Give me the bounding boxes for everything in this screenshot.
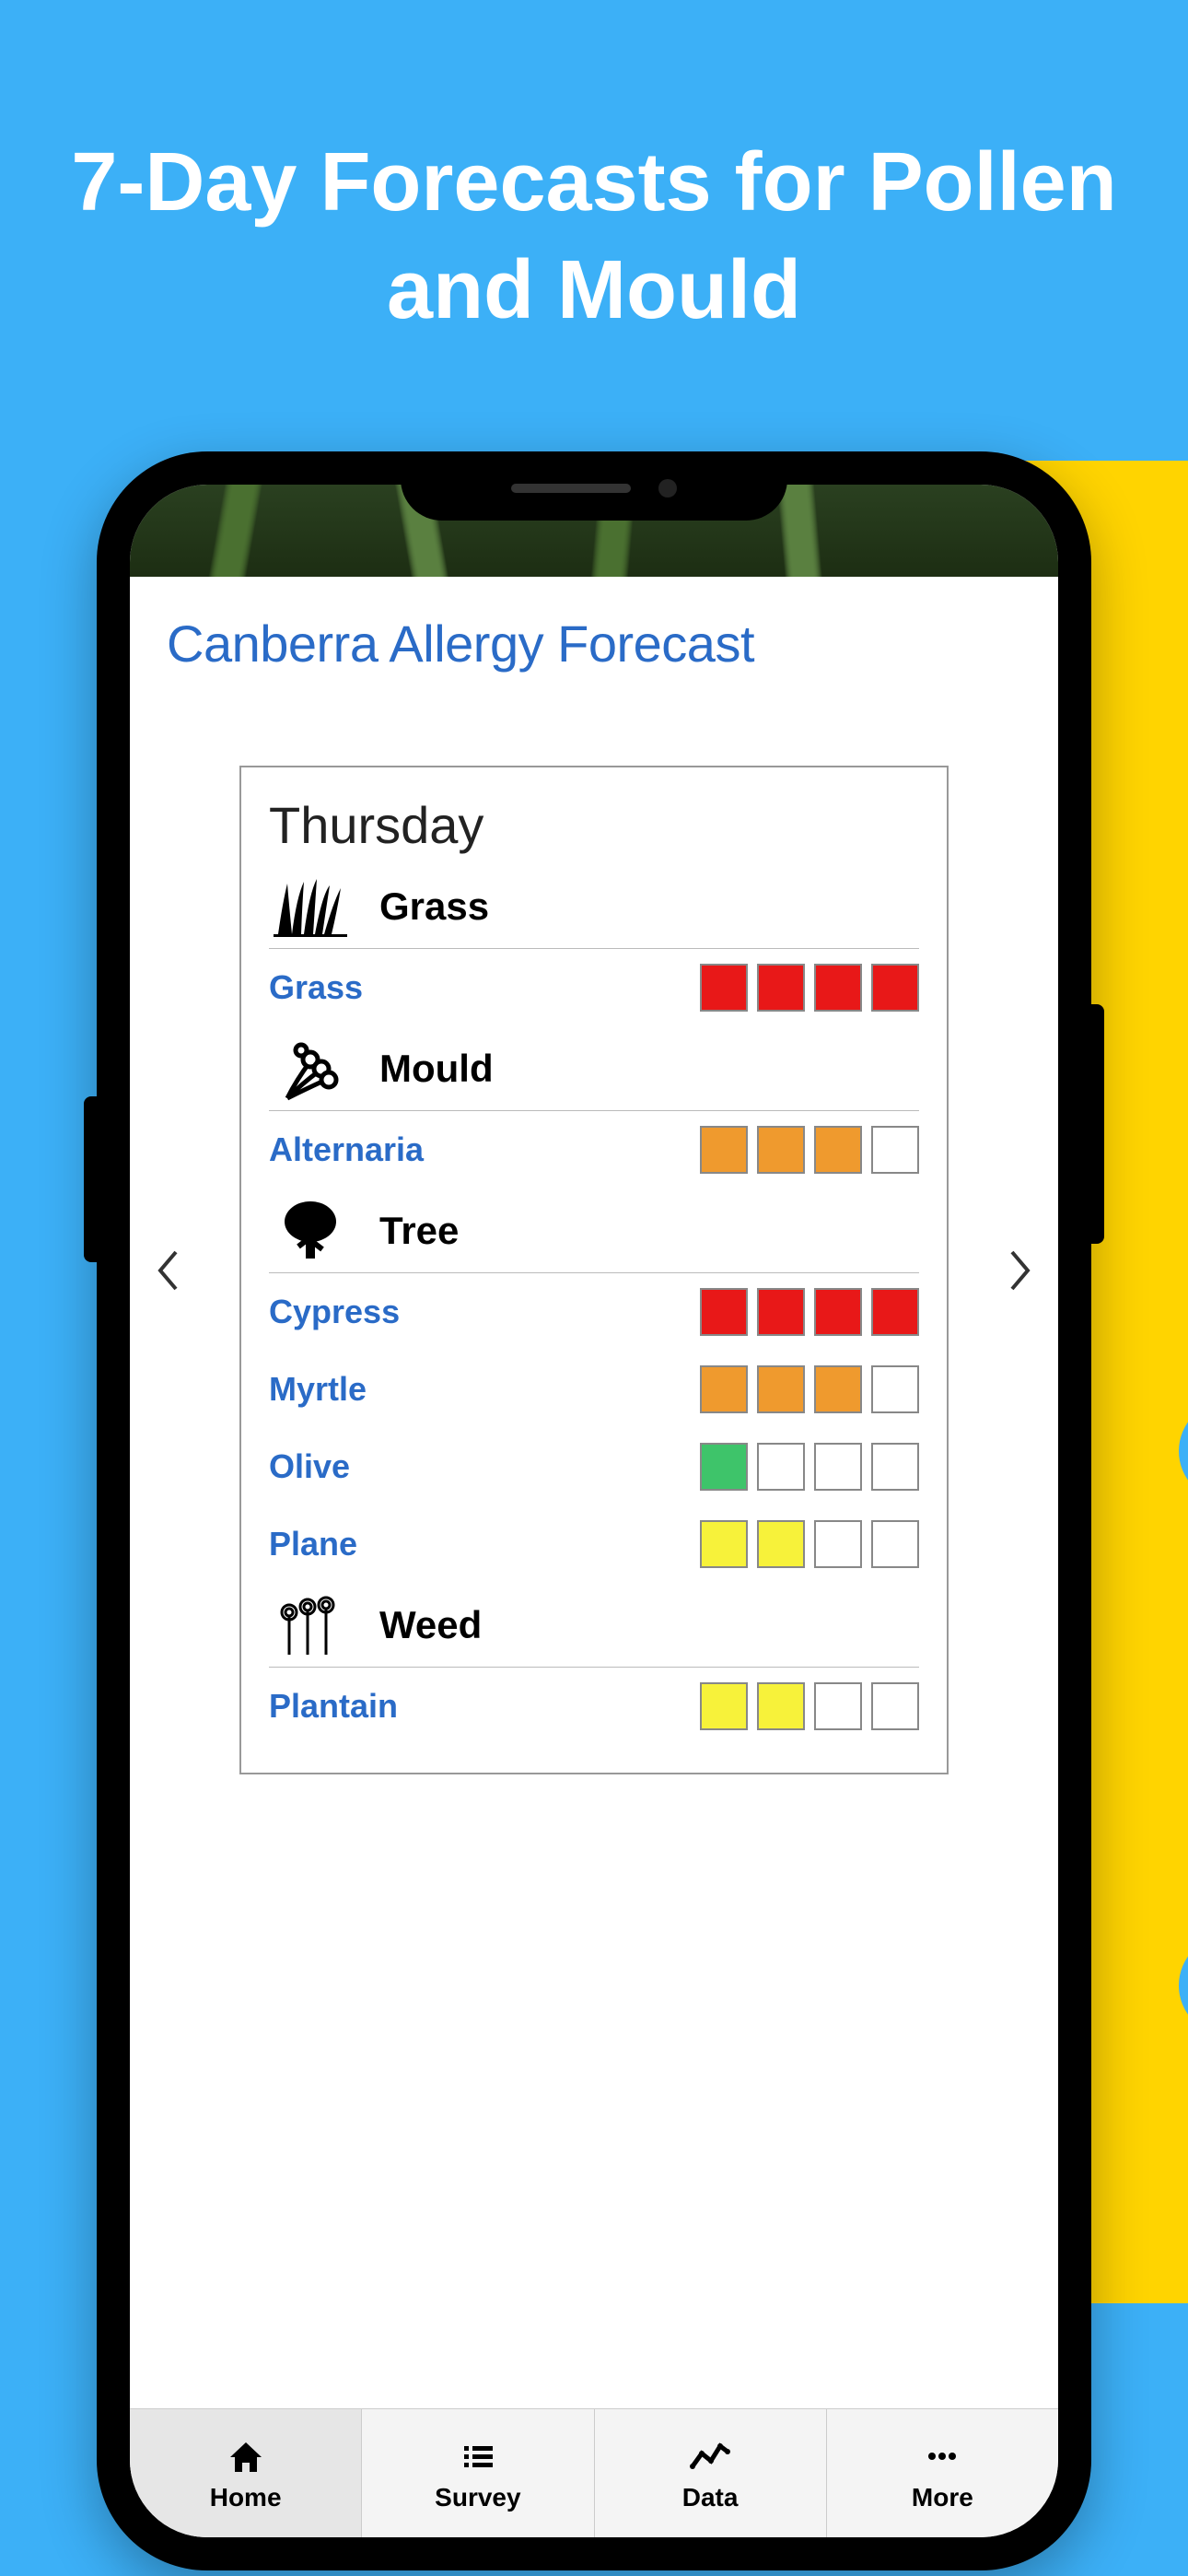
- weed-icon: [269, 1590, 352, 1659]
- category-header: Mould: [269, 1026, 919, 1111]
- level-box: [871, 1288, 919, 1336]
- tab-label: Data: [682, 2483, 739, 2512]
- tab-data[interactable]: Data: [595, 2409, 827, 2537]
- level-box: [757, 1126, 805, 1174]
- mould-icon: [269, 1034, 352, 1103]
- forecast-card: Thursday Grass Grass Mould Alternaria Tree Cy…: [239, 766, 949, 1774]
- tree-icon: [269, 1196, 352, 1265]
- allergen-name[interactable]: Myrtle: [269, 1370, 367, 1409]
- level-box: [814, 964, 862, 1012]
- level-box: [700, 1682, 748, 1730]
- page-title: Canberra Allergy Forecast: [167, 614, 1021, 673]
- grass-icon: [269, 872, 352, 941]
- level-indicator: [700, 1365, 919, 1413]
- prev-day-button[interactable]: [139, 1234, 194, 1307]
- level-box: [871, 1520, 919, 1568]
- level-box: [757, 1288, 805, 1336]
- allergen-name[interactable]: Cypress: [269, 1293, 400, 1331]
- level-box: [871, 964, 919, 1012]
- tab-survey[interactable]: Survey: [362, 2409, 594, 2537]
- allergen-name[interactable]: Plantain: [269, 1687, 398, 1726]
- promo-title: 7-Day Forecasts for Pollen and Mould: [0, 129, 1188, 345]
- allergen-row: Grass: [269, 949, 919, 1026]
- more-icon: [923, 2435, 961, 2477]
- category-header: Tree: [269, 1188, 919, 1273]
- level-indicator: [700, 1520, 919, 1568]
- allergen-name[interactable]: Olive: [269, 1447, 350, 1486]
- level-indicator: [700, 1682, 919, 1730]
- level-box: [757, 1365, 805, 1413]
- level-box: [700, 1365, 748, 1413]
- level-box: [700, 1443, 748, 1491]
- level-box: [700, 1126, 748, 1174]
- level-box: [757, 1443, 805, 1491]
- home-icon: [227, 2435, 265, 2477]
- level-indicator: [700, 1288, 919, 1336]
- category-label: Mould: [379, 1047, 494, 1091]
- level-indicator: [700, 1443, 919, 1491]
- allergen-row: Cypress: [269, 1273, 919, 1351]
- level-box: [814, 1126, 862, 1174]
- tab-label: Home: [210, 2483, 282, 2512]
- level-box: [814, 1682, 862, 1730]
- allergen-row: Plane: [269, 1505, 919, 1583]
- tab-home[interactable]: Home: [130, 2409, 362, 2537]
- category-header: Weed: [269, 1583, 919, 1668]
- level-box: [757, 1682, 805, 1730]
- tab-label: Survey: [435, 2483, 520, 2512]
- phone-screen: Canberra Allergy Forecast Thursday Grass…: [130, 485, 1058, 2537]
- forecast-carousel: Thursday Grass Grass Mould Alternaria Tree Cy…: [167, 766, 1021, 1774]
- category-label: Weed: [379, 1603, 482, 1647]
- level-box: [814, 1365, 862, 1413]
- level-box: [871, 1126, 919, 1174]
- next-day-button[interactable]: [994, 1234, 1049, 1307]
- phone-frame: Canberra Allergy Forecast Thursday Grass…: [97, 451, 1091, 2570]
- content-area: Canberra Allergy Forecast Thursday Grass…: [130, 577, 1058, 2408]
- allergen-name[interactable]: Grass: [269, 968, 363, 1007]
- tab-bar: Home Survey Data More: [130, 2408, 1058, 2537]
- level-box: [700, 1288, 748, 1336]
- allergen-row: Olive: [269, 1428, 919, 1505]
- phone-notch: [401, 451, 787, 521]
- chart-icon: [689, 2435, 731, 2477]
- allergen-name[interactable]: Alternaria: [269, 1130, 424, 1169]
- level-box: [700, 964, 748, 1012]
- list-icon: [459, 2435, 497, 2477]
- category-header: Grass: [269, 864, 919, 949]
- allergen-row: Alternaria: [269, 1111, 919, 1188]
- category-label: Grass: [379, 884, 489, 929]
- level-box: [871, 1443, 919, 1491]
- level-box: [814, 1288, 862, 1336]
- tab-more[interactable]: More: [827, 2409, 1058, 2537]
- level-box: [871, 1365, 919, 1413]
- level-box: [757, 1520, 805, 1568]
- allergen-row: Plantain: [269, 1668, 919, 1745]
- level-box: [700, 1520, 748, 1568]
- level-indicator: [700, 1126, 919, 1174]
- day-label: Thursday: [269, 795, 919, 855]
- allergen-name[interactable]: Plane: [269, 1525, 357, 1563]
- tab-label: More: [912, 2483, 973, 2512]
- level-indicator: [700, 964, 919, 1012]
- category-label: Tree: [379, 1209, 459, 1253]
- allergen-row: Myrtle: [269, 1351, 919, 1428]
- level-box: [871, 1682, 919, 1730]
- level-box: [814, 1520, 862, 1568]
- level-box: [757, 964, 805, 1012]
- level-box: [814, 1443, 862, 1491]
